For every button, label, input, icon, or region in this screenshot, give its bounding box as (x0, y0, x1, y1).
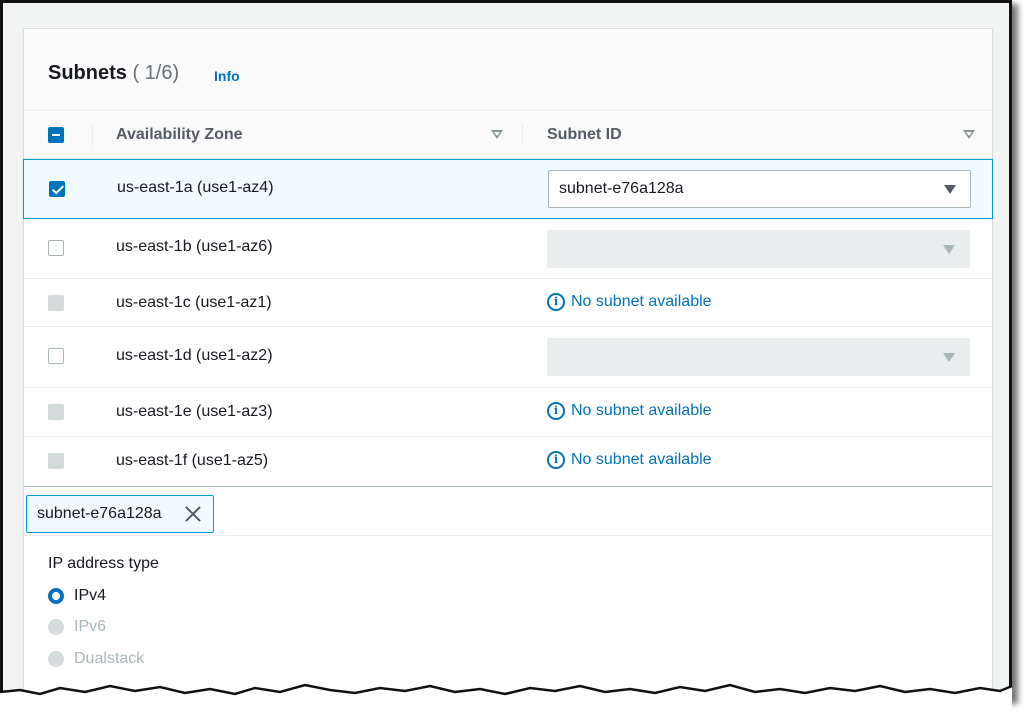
column-header-availability-zone[interactable]: Availability Zone (116, 126, 243, 144)
radio-button (48, 651, 64, 667)
subnet-token: subnet-e76a128a (26, 495, 214, 533)
no-subnet-text: No subnet available (571, 402, 712, 419)
no-subnet-message: i No subnet available (547, 402, 712, 420)
row-checkbox[interactable] (48, 348, 64, 364)
availability-zone: us-east-1f (use1-az5) (116, 452, 269, 469)
table-row: us-east-1f (use1-az5) i No subnet availa… (24, 437, 992, 486)
row-checkbox (48, 404, 64, 420)
no-subnet-message: i No subnet available (547, 293, 712, 311)
info-circle-icon: i (547, 293, 565, 311)
availability-zone: us-east-1e (use1-az3) (116, 403, 273, 420)
info-circle-icon: i (547, 402, 565, 420)
row-checkbox[interactable] (48, 240, 64, 256)
panel-header: Subnets ( 1/6) Info (24, 32, 992, 111)
caret-down-icon (944, 185, 956, 194)
table-row: us-east-1e (use1-az3) i No subnet availa… (24, 388, 992, 437)
no-subnet-text: No subnet available (571, 293, 712, 310)
table-row[interactable]: us-east-1d (use1-az2) (24, 327, 992, 388)
sort-icon[interactable] (491, 130, 503, 139)
screenshot-frame: Subnets ( 1/6) Info Availability Zone Su… (0, 0, 1012, 700)
info-circle-icon: i (547, 451, 565, 469)
radio-dualstack: Dualstack (48, 650, 144, 668)
table-row: us-east-1c (use1-az1) i No subnet availa… (24, 279, 992, 327)
availability-zone: us-east-1c (use1-az1) (116, 294, 272, 311)
availability-zone: us-east-1b (use1-az6) (116, 238, 273, 255)
info-link[interactable]: Info (214, 68, 240, 84)
token-label: subnet-e76a128a (37, 505, 162, 522)
radio-ipv6: IPv6 (48, 618, 106, 636)
no-subnet-message: i No subnet available (547, 451, 712, 469)
subnet-select (547, 230, 970, 268)
column-header-subnet-id[interactable]: Subnet ID (547, 126, 622, 144)
radio-button[interactable] (48, 588, 64, 604)
radio-label: Dualstack (74, 650, 145, 667)
torn-edge-decoration (0, 683, 1013, 717)
caret-down-icon (943, 245, 955, 254)
row-checkbox[interactable] (49, 181, 65, 197)
table-row[interactable]: us-east-1b (use1-az6) (24, 219, 992, 279)
section-title-text: Subnets (48, 62, 127, 84)
radio-label: IPv6 (74, 618, 107, 635)
availability-zone: us-east-1d (use1-az2) (116, 347, 273, 364)
radio-ipv4[interactable]: IPv4 (48, 587, 106, 605)
table-row[interactable]: us-east-1a (use1-az4) subnet-e76a128a (23, 159, 993, 219)
row-checkbox (48, 453, 64, 469)
subnet-select-value: subnet-e76a128a (559, 180, 684, 197)
selected-tokens: subnet-e76a128a (24, 486, 992, 536)
ip-address-type-label: IP address type (48, 555, 159, 572)
availability-zone: us-east-1a (use1-az4) (117, 179, 274, 196)
subnets-panel: Subnets ( 1/6) Info Availability Zone Su… (23, 28, 993, 698)
table-header: Availability Zone Subnet ID (24, 112, 992, 159)
radio-button (48, 619, 64, 635)
close-icon[interactable] (183, 504, 203, 524)
no-subnet-text: No subnet available (571, 451, 712, 468)
section-title: Subnets ( 1/6) (48, 62, 179, 85)
caret-down-icon (943, 353, 955, 362)
select-all-checkbox[interactable] (48, 127, 64, 143)
radio-label: IPv4 (74, 587, 107, 604)
column-divider (92, 124, 93, 146)
row-checkbox (48, 295, 64, 311)
subnet-select (547, 338, 970, 376)
sort-icon[interactable] (963, 130, 975, 139)
column-divider[interactable] (522, 124, 523, 146)
selection-count: ( 1/6) (132, 62, 180, 84)
subnet-select[interactable]: subnet-e76a128a (548, 170, 971, 208)
